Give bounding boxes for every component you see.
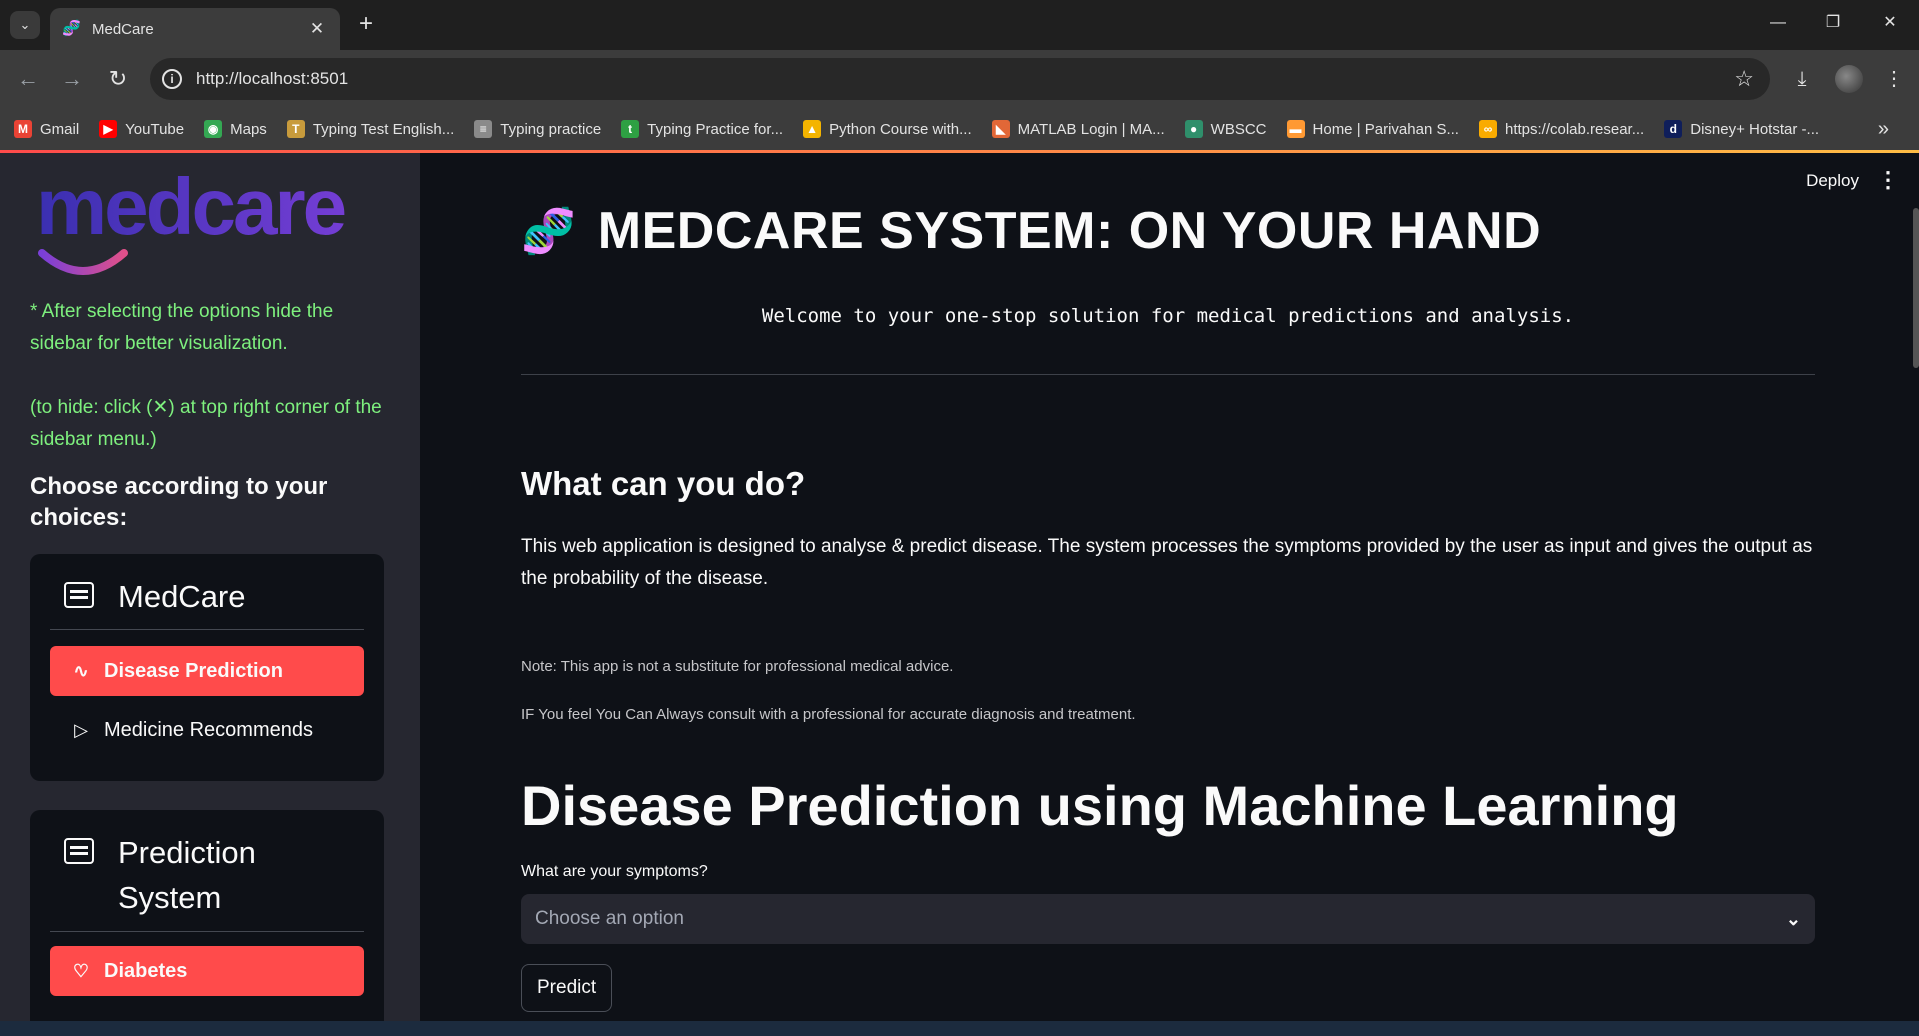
tab-title: MedCare <box>92 20 154 38</box>
bookmark-label: WBSCC <box>1210 120 1267 138</box>
menu-item-disease-prediction[interactable]: ∿ Disease Prediction <box>50 646 364 696</box>
description-paragraph: This web application is designed to anal… <box>521 536 1813 589</box>
play-outline-icon: ▷ <box>74 719 88 740</box>
medcare-option-menu: MedCare ∿ Disease Prediction ▷ Medicine … <box>30 554 384 781</box>
browser-menu-icon[interactable]: ⋮ <box>1879 65 1909 93</box>
scrollbar[interactable] <box>1913 208 1919 368</box>
menu-divider <box>50 629 364 630</box>
browser-tab[interactable]: 🧬 MedCare ✕ <box>50 8 340 50</box>
url-text[interactable]: http://localhost:8501 <box>196 69 1734 89</box>
bookmark-favicon-icon: M <box>14 120 32 138</box>
bookmark-item[interactable]: ▲ Python Course with... <box>803 120 972 138</box>
download-icon[interactable]: ⤓ <box>1787 65 1817 93</box>
sidebar-hide-instruction: (to hide: click (✕) at top right corner … <box>30 397 382 450</box>
dna-favicon-icon: 🧬 <box>62 20 81 37</box>
bookmark-item[interactable]: T Typing Test English... <box>286 120 455 138</box>
bookmark-favicon-icon: ≡ <box>474 120 493 138</box>
bookmark-label: Python Course with... <box>829 120 972 138</box>
bookmark-favicon-icon: ◉ <box>204 120 223 138</box>
dna-icon: 🧬 <box>521 207 576 256</box>
bookmark-item[interactable]: ▬ Home | Parivahan S... <box>1286 120 1459 138</box>
browser-toolbar: ← → ↻ i http://localhost:8501 ☆ ⤓ ⋮ <box>0 50 1919 108</box>
page-title: 🧬 MEDCARE SYSTEM: ON YOUR HAND <box>521 202 1542 260</box>
bookmarks-bar: M Gmail ▶ YouTube ◉ Maps T Typing Test English.… <box>0 108 1919 150</box>
reload-icon[interactable]: ↻ <box>104 65 132 93</box>
new-tab-button[interactable]: + <box>352 10 380 38</box>
bookmark-favicon-icon: ▬ <box>1286 120 1305 138</box>
menu-divider <box>50 931 364 932</box>
bookmark-label: Maps <box>230 120 267 138</box>
bookmark-favicon-icon: T <box>286 120 305 138</box>
bookmark-label: YouTube <box>125 120 185 138</box>
main-content: Deploy ⋮ 🧬 MEDCARE SYSTEM: ON YOUR HAND … <box>420 153 1919 1021</box>
bookmark-item[interactable]: t Typing Practice for... <box>621 120 783 138</box>
bookmark-star-icon[interactable]: ☆ <box>1734 66 1754 92</box>
symptoms-label: What are your symptoms? <box>521 863 708 880</box>
menu-item-diabetes[interactable]: ♡ Diabetes <box>50 946 364 996</box>
bookmark-item[interactable]: ≡ Typing practice <box>474 120 601 138</box>
restore-button[interactable]: ❐ <box>1813 8 1853 38</box>
chevron-down-icon: ⌄ <box>1785 908 1801 929</box>
bookmark-label: Typing practice <box>500 120 602 138</box>
prediction-system-menu: Prediction System ♡ Diabetes <box>30 810 384 1021</box>
sidebar-hint-text: * After selecting the options hide the s… <box>30 301 334 354</box>
bookmark-favicon-icon: ▶ <box>99 120 118 138</box>
bookmark-label: Disney+ Hotstar -... <box>1690 120 1820 138</box>
profile-avatar[interactable] <box>1835 65 1863 93</box>
what-heading: What can you do? <box>521 465 806 502</box>
os-taskbar <box>0 1021 1919 1036</box>
activity-icon: ∿ <box>73 660 89 681</box>
bookmark-label: https://colab.resear... <box>1504 120 1645 138</box>
bookmark-item[interactable]: M Gmail <box>14 120 79 138</box>
medcare-logo: medcare <box>36 167 376 287</box>
sidebar: medcare * After selecting the options hi… <box>0 153 420 1021</box>
welcome-text: Welcome to your one-stop solution for me… <box>761 305 1575 327</box>
bookmark-item[interactable]: ◣ MATLAB Login | MA... <box>991 120 1165 138</box>
menu-item-medicine-recommends[interactable]: ▷ Medicine Recommends <box>50 705 364 755</box>
bookmark-favicon-icon: d <box>1664 120 1683 138</box>
bookmark-favicon-icon: ▲ <box>803 120 822 138</box>
heart-icon: ♡ <box>72 960 90 981</box>
predict-button[interactable]: Predict <box>521 964 613 1012</box>
disclaimer-note: Note: This app is not a substitute for p… <box>521 658 954 675</box>
address-bar[interactable]: i http://localhost:8501 ☆ <box>150 58 1770 100</box>
bookmark-favicon-icon: ∞ <box>1478 120 1497 138</box>
menu-title: Prediction System <box>30 830 384 920</box>
symptoms-select[interactable]: Choose an option ⌄ <box>521 894 1815 944</box>
bookmark-item[interactable]: d Disney+ Hotstar -... <box>1664 120 1819 138</box>
back-icon[interactable]: ← <box>14 65 42 93</box>
bookmark-label: Home | Parivahan S... <box>1312 120 1459 138</box>
main-menu-icon[interactable]: ⋮ <box>1877 167 1899 193</box>
bookmark-label: Gmail <box>40 120 80 138</box>
bookmark-label: Typing Practice for... <box>647 120 784 138</box>
site-info-icon[interactable]: i <box>162 69 182 89</box>
list-card-icon <box>64 582 94 608</box>
forward-icon[interactable]: → <box>58 65 86 93</box>
bookmark-favicon-icon: t <box>621 120 640 138</box>
smile-logo-mark <box>38 249 128 275</box>
bookmark-item[interactable]: ● WBSCC <box>1184 120 1267 138</box>
list-card-icon <box>64 838 94 864</box>
bookmark-favicon-icon: ● <box>1184 120 1203 138</box>
bookmark-label: MATLAB Login | MA... <box>1017 120 1165 138</box>
bookmark-label: Typing Test English... <box>312 120 455 138</box>
menu-title: MedCare <box>30 574 384 619</box>
bookmark-item[interactable]: ∞ https://colab.resear... <box>1478 120 1645 138</box>
consult-note: IF You feel You Can Always consult with … <box>521 706 1136 723</box>
browser-tab-bar: ⌄ 🧬 MedCare ✕ + — ❐ ✕ <box>0 0 1919 50</box>
bookmark-item[interactable]: ▶ YouTube <box>99 120 184 138</box>
divider <box>521 374 1815 375</box>
minimize-button[interactable]: — <box>1758 8 1798 38</box>
choose-heading: Choose according to your choices: <box>30 473 328 531</box>
deploy-button[interactable]: Deploy <box>1806 171 1859 191</box>
bookmark-favicon-icon: ◣ <box>991 120 1010 138</box>
more-bookmarks-icon[interactable]: » <box>1878 118 1889 141</box>
tab-close-icon[interactable]: ✕ <box>306 19 328 39</box>
section-title: Disease Prediction using Machine Learnin… <box>521 774 1679 837</box>
close-window-button[interactable]: ✕ <box>1870 8 1910 38</box>
bookmark-item[interactable]: ◉ Maps <box>204 120 267 138</box>
tab-search-button[interactable]: ⌄ <box>10 11 40 39</box>
